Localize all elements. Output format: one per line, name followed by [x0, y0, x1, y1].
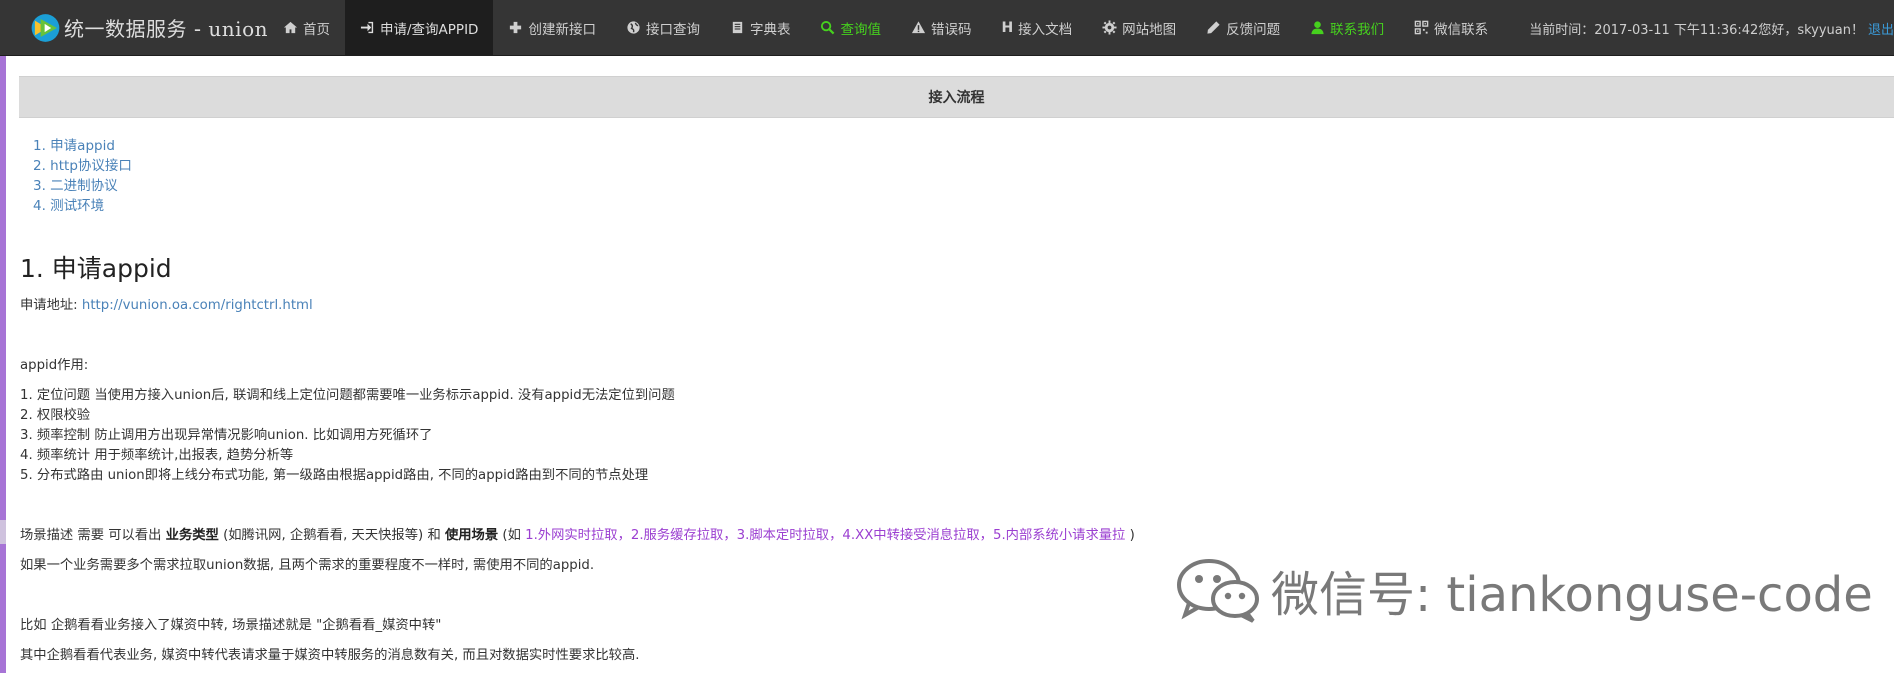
nav-feedback-label: 反馈问题 [1226, 21, 1281, 38]
wechat-icon [1177, 559, 1259, 623]
brand[interactable]: 统一数据服务 - union [0, 0, 268, 56]
top-navbar: 统一数据服务 - union 首页 申请/查询APPID 创建新接口 接口查询 … [0, 0, 1894, 56]
nav-interface-query-label: 接口查询 [645, 21, 700, 38]
nav-create-interface[interactable]: 创建新接口 [493, 0, 611, 56]
list-item: 3. 频率控制 防止调用方出现异常情况影响union. 比如调用方死循环了 [20, 428, 433, 443]
apply-address: 申请地址: http://vunion.oa.com/rightctrl.htm… [20, 296, 1880, 316]
nav-create-interface-label: 创建新接口 [528, 21, 596, 38]
appid-role-title: appid作用: [20, 358, 89, 373]
scene-business-type: 业务类型 [165, 528, 219, 543]
scene-prefix: 场景描述 需要 可以看出 [20, 528, 166, 543]
nav-site-map[interactable]: 网站地图 [1087, 0, 1191, 56]
list-item: 4. 频率统计 用于频率统计,出报表, 趋势分析等 [20, 448, 294, 463]
nav-feedback[interactable]: 反馈问题 [1191, 0, 1295, 56]
main-nav: 首页 申请/查询APPID 创建新接口 接口查询 字典表 查询值 错误码 H 接 [268, 0, 1503, 56]
section-heading: 1. 申请appid [20, 254, 172, 283]
nav-query-value[interactable]: 查询值 [805, 0, 896, 56]
wechat-watermark: 微信号: tiankonguse-code [1175, 555, 1873, 625]
example-line-2: 其中企鹅看看代表业务, 媒资中转代表请求量于媒资中转服务的消息数有关, 而且对数… [20, 648, 640, 663]
scene-mid1: (如腾讯网, 企鹅看看, 天天快报等) 和 [218, 528, 445, 543]
nav-access-docs-label: 接入文档 [1018, 21, 1073, 38]
nav-interface-query[interactable]: 接口查询 [611, 0, 715, 56]
qrcode-icon [1414, 20, 1429, 35]
nav-wechat-contact[interactable]: 微信联系 [1399, 0, 1503, 56]
left-collapse-tab[interactable] [0, 520, 6, 544]
pencil-icon [1207, 21, 1220, 34]
watermark-text: 微信号: tiankonguse-code [1271, 567, 1873, 623]
nav-access-docs[interactable]: H 接入文档 [986, 0, 1087, 56]
toc-item[interactable]: 4. 测试环境 [33, 196, 132, 216]
list-item: 1. 定位问题 当使用方接入union后, 联调和线上定位问题都需要唯一业务标示… [20, 388, 675, 403]
nav-dictionary[interactable]: 字典表 [715, 0, 806, 56]
access-flow-header: 接入流程 [19, 76, 1894, 118]
home-icon [283, 21, 298, 34]
union-logo-icon [31, 13, 60, 42]
nav-home-label: 首页 [303, 21, 330, 38]
book-icon [732, 21, 743, 34]
scene-examples: 1.外网实时拉取，2.服务缓存拉取，3.脚本定时拉取，4.XX中转接受消息拉取，… [525, 528, 1126, 543]
toc-item[interactable]: 2. http协议接口 [33, 156, 132, 176]
nav-contact-us-label: 联系我们 [1330, 21, 1385, 38]
nav-home[interactable]: 首页 [268, 0, 345, 56]
user-greeting: 您好，skyyuan！ [1758, 22, 1864, 38]
nav-error-codes-label: 错误码 [930, 21, 972, 38]
login-icon [360, 21, 374, 34]
apply-address-label: 申请地址: [20, 298, 82, 313]
toc-item[interactable]: 3. 二进制协议 [33, 176, 132, 196]
scene-mid2: (如 [498, 528, 526, 543]
gear-icon [1102, 20, 1117, 35]
header-status: 当前时间： 2017-03-11 下午11:36:42 您好，skyyuan！ … [1529, 0, 1894, 56]
user-icon [1311, 21, 1324, 35]
nav-query-value-label: 查询值 [840, 21, 881, 38]
apply-url-link[interactable]: http://vunion.oa.com/rightctrl.html [82, 298, 313, 313]
h-icon: H [1001, 19, 1014, 36]
table-of-contents: 1. 申请appid 2. http协议接口 3. 二进制协议 4. 测试环境 [33, 136, 132, 216]
nav-apply-appid[interactable]: 申请/查询APPID [345, 0, 494, 56]
brand-title: 统一数据服务 - union [63, 17, 268, 41]
plus-icon [510, 21, 522, 34]
nav-apply-appid-label: 申请/查询APPID [380, 21, 479, 38]
current-time: 2017-03-11 下午11:36:42 [1594, 22, 1759, 38]
nav-error-codes[interactable]: 错误码 [896, 0, 987, 56]
scene-usage: 使用场景 [444, 528, 499, 543]
list-item: 5. 分布式路由 union即将上线分布式功能, 第一级路由根据appid路由,… [20, 468, 649, 483]
nav-site-map-label: 网站地图 [1122, 21, 1177, 38]
toc-item[interactable]: 1. 申请appid [33, 136, 132, 156]
search-icon [821, 20, 835, 35]
warning-icon [911, 21, 926, 34]
logout-link[interactable]: 退出 [1868, 19, 1894, 38]
appid-roles-list: 1. 定位问题 当使用方接入union后, 联调和线上定位问题都需要唯一业务标示… [20, 386, 1880, 486]
current-time-label: 当前时间： [1529, 22, 1595, 38]
scene-description: 场景描述 需要 可以看出 业务类型 (如腾讯网, 企鹅看看, 天天快报等) 和 … [20, 526, 1880, 546]
nav-dictionary-label: 字典表 [749, 21, 791, 38]
nav-wechat-contact-label: 微信联系 [1434, 21, 1489, 38]
nav-contact-us[interactable]: 联系我们 [1295, 0, 1399, 56]
left-accent-bar [0, 0, 6, 673]
scene-suffix: ) [1125, 528, 1135, 543]
list-item: 2. 权限校验 [20, 408, 91, 423]
globe-icon [627, 21, 640, 34]
